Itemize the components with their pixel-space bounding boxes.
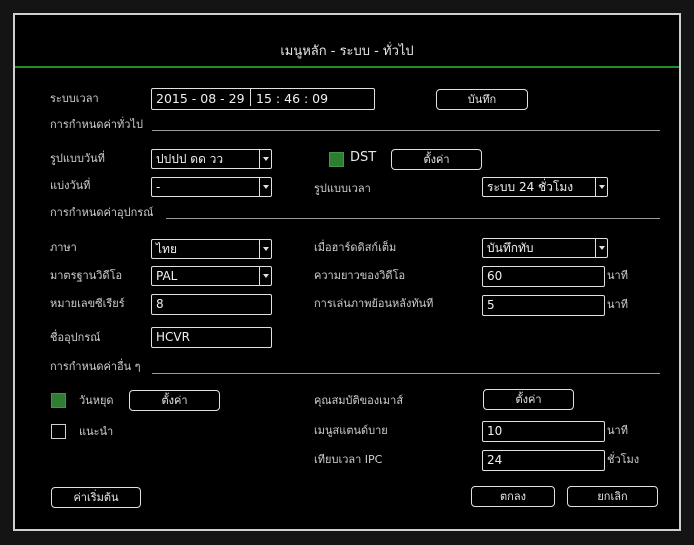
cancel-button[interactable]: ยกเลิก — [567, 486, 658, 507]
serial-number-label: หมายเลขซีเรียร์ — [50, 297, 125, 310]
field-separator — [249, 89, 252, 106]
date-format-label: รูปแบบวันที่ — [50, 152, 105, 165]
system-time-field[interactable]: 2015 - 08 - 29 15 : 46 : 09 — [151, 88, 375, 110]
video-standard-label: มาตรฐานวิดีโอ — [50, 269, 123, 282]
section-divider — [152, 373, 660, 374]
device-section-title: การกำหนดค่าอุปกรณ์ — [50, 206, 154, 219]
language-select[interactable]: ไทย — [151, 239, 272, 259]
device-name-label: ชื่ออุปกรณ์ — [50, 331, 101, 344]
instant-playback-unit: นาที — [607, 298, 628, 311]
time-format-label: รูปแบบเวลา — [314, 182, 371, 195]
device-name-input[interactable]: HCVR — [151, 327, 272, 348]
mouse-property-label: คุณสมบัติของเมาส์ — [314, 394, 404, 407]
time-value[interactable]: 15 : 46 : 09 — [256, 91, 328, 106]
guide-checkbox[interactable] — [51, 424, 66, 439]
ipc-time-sync-label: เทียบเวลา IPC — [314, 453, 383, 466]
holiday-label: วันหยุด — [79, 394, 114, 407]
ok-button[interactable]: ตกลง — [471, 486, 555, 507]
date-format-select[interactable]: ปปปป ดด วว — [151, 149, 272, 169]
dst-setup-button[interactable]: ตั้งค่า — [391, 149, 482, 170]
other-section-title: การกำหนดค่าอื่น ๆ — [50, 360, 141, 373]
ipc-time-sync-input[interactable]: 24 — [482, 450, 605, 471]
guide-label: แนะนำ — [79, 425, 114, 438]
date-separator-value: - — [156, 180, 161, 194]
menu-standby-input[interactable]: 10 — [482, 421, 605, 442]
save-time-button[interactable]: บันทึก — [436, 89, 528, 110]
chevron-down-icon[interactable] — [259, 240, 271, 258]
chevron-down-icon[interactable] — [595, 178, 607, 196]
dialog-title: เมนูหลัก - ระบบ - ทั่วไป — [15, 38, 679, 68]
date-separator-label: แบ่งวันที่ — [50, 179, 91, 192]
section-divider — [166, 218, 660, 219]
video-length-input[interactable]: 60 — [482, 266, 605, 287]
video-length-unit: นาที — [607, 269, 628, 282]
system-time-label: ระบบเวลา — [50, 92, 99, 105]
default-button[interactable]: ค่าเริ่มต้น — [51, 487, 141, 508]
time-format-value: ระบบ 24 ชั่วโมง — [487, 180, 574, 194]
hdd-full-value: บันทึกทับ — [487, 241, 534, 255]
mouse-property-setup-button[interactable]: ตั้งค่า — [483, 389, 574, 410]
video-standard-value: PAL — [156, 269, 178, 283]
holiday-setup-button[interactable]: ตั้งค่า — [129, 390, 220, 411]
time-format-select[interactable]: ระบบ 24 ชั่วโมง — [482, 177, 608, 197]
language-value: ไทย — [156, 242, 177, 256]
instant-playback-input[interactable]: 5 — [482, 295, 605, 316]
section-divider — [152, 130, 660, 131]
hdd-full-select[interactable]: บันทึกทับ — [482, 238, 608, 258]
menu-standby-label: เมนูสแตนด์บาย — [314, 424, 388, 437]
menu-standby-unit: นาที — [607, 424, 628, 437]
date-separator-select[interactable]: - — [151, 177, 272, 197]
dst-label: DST — [350, 150, 377, 165]
serial-number-input[interactable]: 8 — [151, 294, 272, 315]
language-label: ภาษา — [50, 241, 77, 254]
chevron-down-icon[interactable] — [595, 239, 607, 257]
holiday-checkbox[interactable] — [51, 393, 66, 408]
general-section-title: การกำหนดค่าทั่วไป — [50, 118, 143, 131]
hdd-full-label: เมื่อฮาร์ดดิสก์เต็ม — [314, 241, 397, 254]
ipc-time-sync-unit: ชั่วโมง — [607, 453, 640, 466]
video-length-label: ความยาวของวิดีโอ — [314, 269, 406, 282]
chevron-down-icon[interactable] — [259, 150, 271, 168]
date-format-value: ปปปป ดด วว — [156, 152, 224, 166]
instant-playback-label: การเล่นภาพย้อนหลังทันที — [314, 297, 434, 310]
chevron-down-icon[interactable] — [259, 267, 271, 285]
date-value[interactable]: 2015 - 08 - 29 — [156, 91, 245, 106]
dst-checkbox[interactable] — [329, 152, 344, 167]
video-standard-select[interactable]: PAL — [151, 266, 272, 286]
chevron-down-icon[interactable] — [259, 178, 271, 196]
